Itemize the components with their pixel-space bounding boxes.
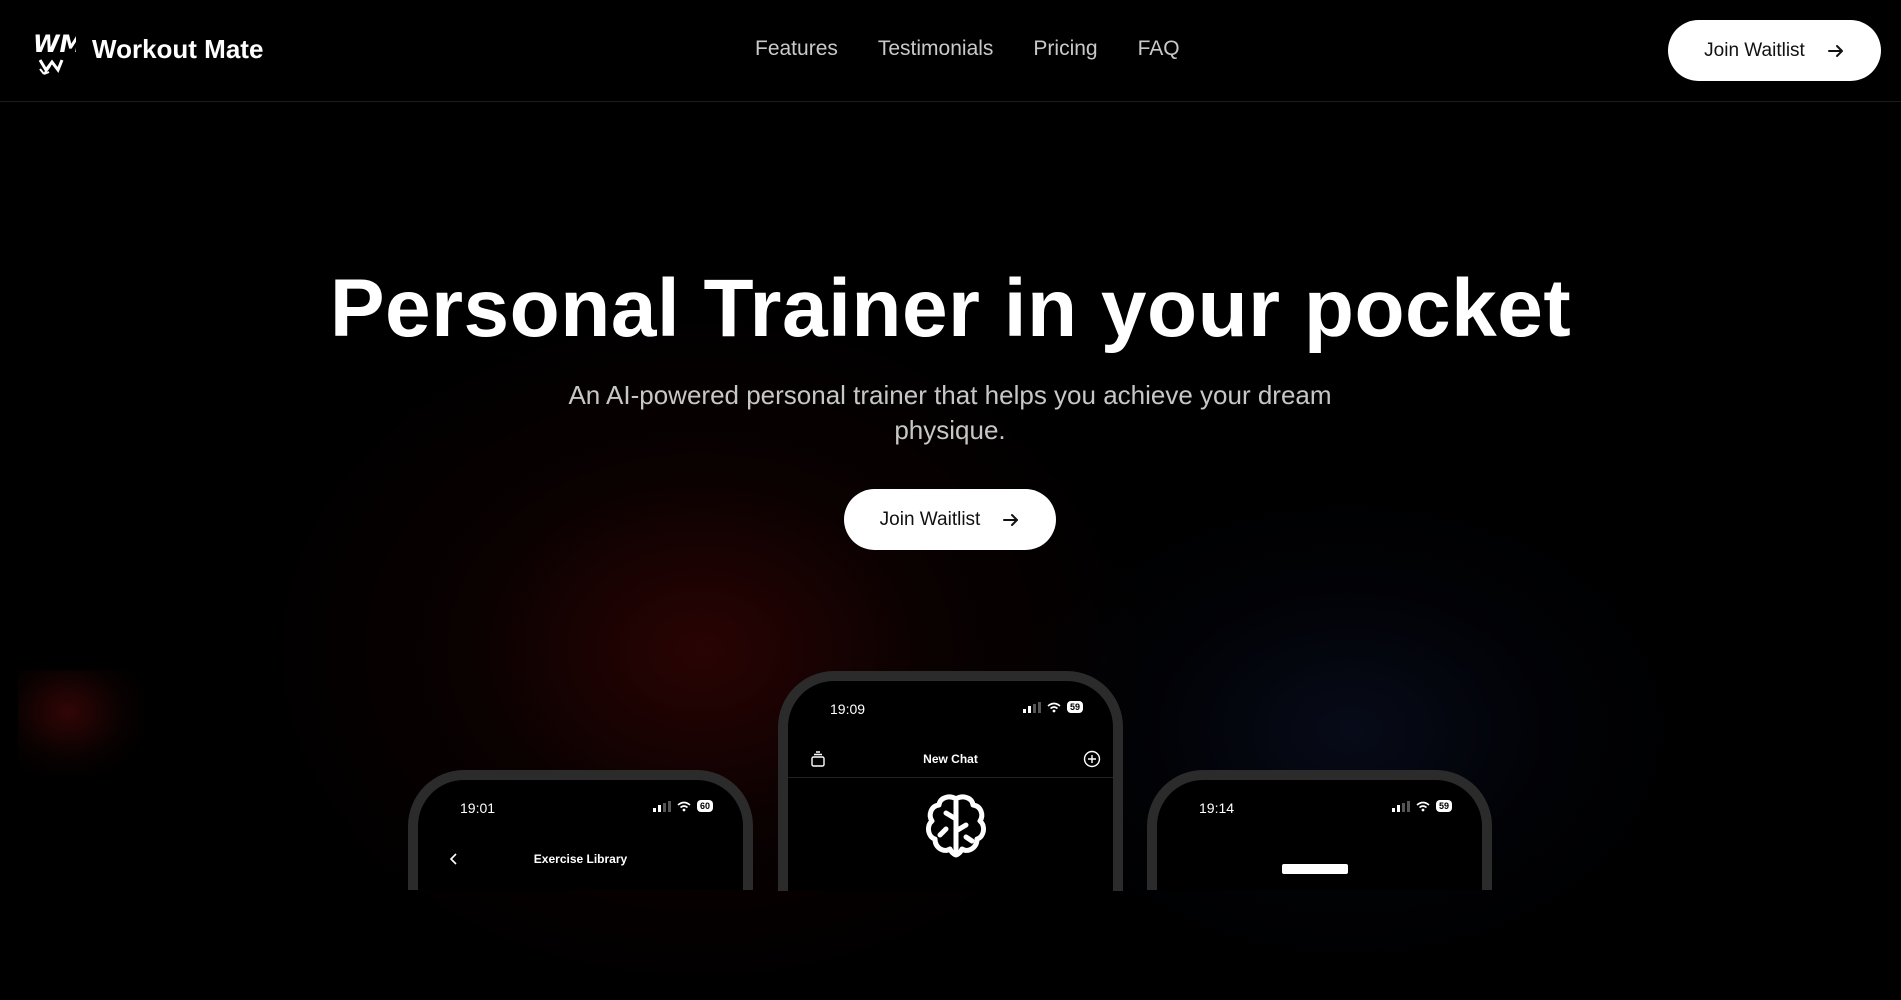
header-join-waitlist-button[interactable]: Join Waitlist: [1668, 20, 1881, 81]
header-join-waitlist-label: Join Waitlist: [1704, 39, 1805, 61]
brand-name[interactable]: Workout Mate: [92, 34, 263, 65]
signal-icon: [1391, 800, 1410, 812]
logo[interactable]: WM: [32, 24, 76, 76]
hero-join-waitlist-button[interactable]: Join Waitlist: [844, 489, 1056, 550]
new-chat-icon[interactable]: [1083, 750, 1101, 768]
phone-mockup-exercise-library: 19:01 60 Exercise Library: [408, 770, 753, 890]
wifi-icon: [677, 801, 691, 811]
signal-icon: [1022, 701, 1041, 713]
site-header: WM Workout Mate Features Testimonials Pr…: [0, 0, 1901, 102]
arrow-right-icon: [1827, 44, 1843, 57]
status-icons: 60: [652, 800, 713, 812]
arrow-right-icon: [1003, 513, 1019, 526]
nav-pricing[interactable]: Pricing: [1033, 37, 1097, 61]
phone-screen-title: Exercise Library: [533, 852, 628, 866]
wifi-icon: [1047, 702, 1061, 712]
status-icons: 59: [1391, 800, 1452, 812]
phone-screen-title: New Chat: [923, 752, 978, 766]
hero-subtitle: An AI-powered personal trainer that help…: [568, 380, 1332, 445]
svg-text:WM: WM: [33, 30, 76, 58]
background-corner-glow: [18, 670, 143, 775]
status-icons: 59: [1022, 701, 1083, 713]
battery-icon: 60: [696, 800, 713, 812]
status-time: 19:01: [460, 800, 496, 816]
nav-faq[interactable]: FAQ: [1138, 37, 1180, 61]
phone-mockup-new-chat: 19:09 59 New Chat: [778, 671, 1123, 891]
nav-features[interactable]: Features: [755, 37, 838, 61]
phone-mockup-right: 19:14 59: [1147, 770, 1492, 890]
hero-join-waitlist-label: Join Waitlist: [879, 508, 981, 530]
main-nav: Features Testimonials Pricing FAQ: [755, 37, 1180, 61]
chat-header-divider: [788, 777, 1113, 778]
status-time: 19:14: [1199, 800, 1235, 816]
wifi-icon: [1416, 801, 1430, 811]
nav-testimonials[interactable]: Testimonials: [878, 37, 994, 61]
battery-icon: 59: [1066, 701, 1083, 713]
signal-icon: [652, 800, 671, 812]
brain-icon: [925, 794, 987, 858]
segment-tab[interactable]: [1282, 864, 1348, 874]
status-time: 19:09: [830, 701, 866, 717]
hero-title: Personal Trainer in your pocket: [329, 263, 1572, 354]
battery-icon: 59: [1435, 800, 1452, 812]
